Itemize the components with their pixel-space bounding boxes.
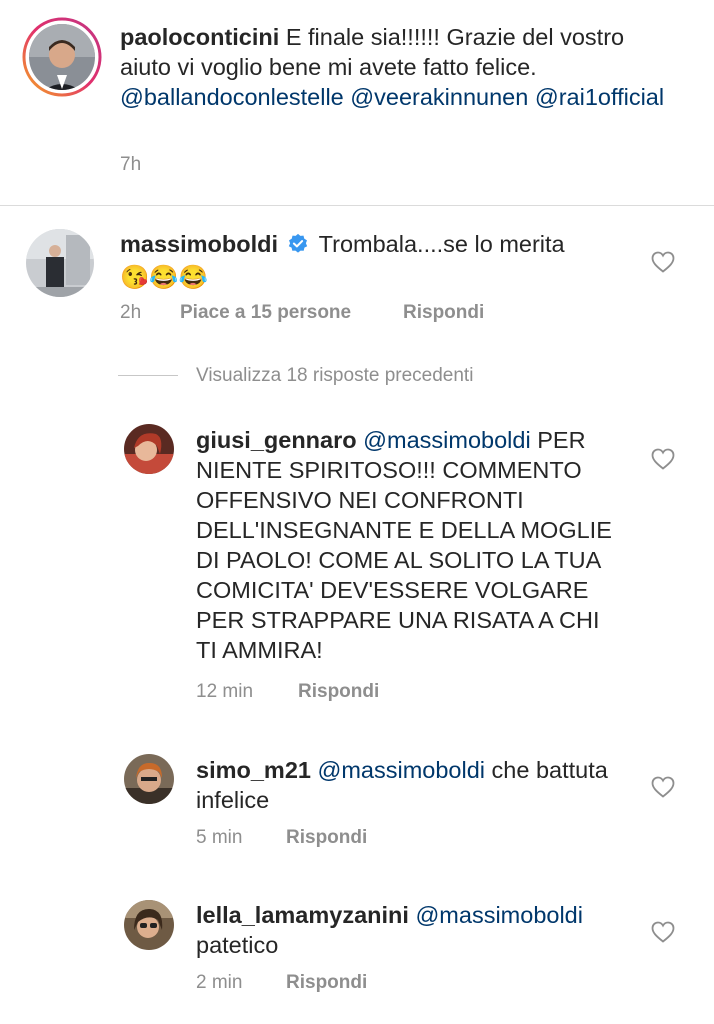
caption-time: 7h [120,154,142,175]
mention-link[interactable]: @rai1official [535,84,664,110]
reply-text-block: lella_lamamyzanini @massimoboldi patetic… [196,900,626,960]
like-heart-icon[interactable] [651,251,675,273]
reply-username[interactable]: lella_lamamyzanini [196,902,409,928]
caption-divider [0,205,714,206]
caption-username[interactable]: paoloconticini [120,24,279,50]
mention-link[interactable]: @massimoboldi [317,757,485,783]
comment-avatar[interactable] [26,229,94,297]
like-heart-icon[interactable] [651,776,675,798]
reply-time: 2 min [196,972,243,993]
reply-text-block: giusi_gennaro @massimoboldi PER NIENTE S… [196,425,626,665]
verified-badge-icon [287,232,309,262]
mention-link[interactable]: @ballandoconlestelle [120,84,344,110]
mention-link[interactable]: @veerakinnunen [350,84,528,110]
comment-emoji: 😘😂😂 [120,264,208,290]
reply-time: 12 min [196,681,254,702]
caption-avatar[interactable] [22,17,102,97]
reply-avatar[interactable] [124,900,174,950]
reply-avatar[interactable] [124,754,174,804]
mention-link[interactable]: @massimoboldi [363,427,531,453]
comment-text-block: massimoboldi Trombala....se lo merita 😘😂… [120,229,620,292]
reply-button[interactable]: Rispondi [286,972,367,994]
like-heart-icon[interactable] [651,448,675,470]
reply-text-block: simo_m21 @massimoboldi che battuta infel… [196,755,626,815]
mention-link[interactable]: @massimoboldi [415,902,583,928]
reply-button[interactable]: Rispondi [286,827,367,849]
comment-username[interactable]: massimoboldi [120,231,278,257]
caption-text-block: paoloconticini E finale sia!!!!!! Grazie… [120,22,680,112]
view-replies-link[interactable]: Visualizza 18 risposte precedenti [196,365,473,387]
reply-username[interactable]: giusi_gennaro [196,427,357,453]
reply-button[interactable]: Rispondi [298,681,379,703]
comment-likes-link[interactable]: Piace a 15 persone [180,302,351,324]
reply-username[interactable]: simo_m21 [196,757,311,783]
reply-avatar[interactable] [124,424,174,474]
reply-text: patetico [196,932,279,958]
comment-text: Trombala....se lo merita [318,231,565,257]
comment-time: 2h [120,302,142,323]
comment-reply-button[interactable]: Rispondi [403,302,484,324]
view-replies-line [118,375,178,376]
reply-text: PER NIENTE SPIRITOSO!!! COMMENTO OFFENSI… [196,427,612,663]
reply-time: 5 min [196,827,243,848]
like-heart-icon[interactable] [651,921,675,943]
